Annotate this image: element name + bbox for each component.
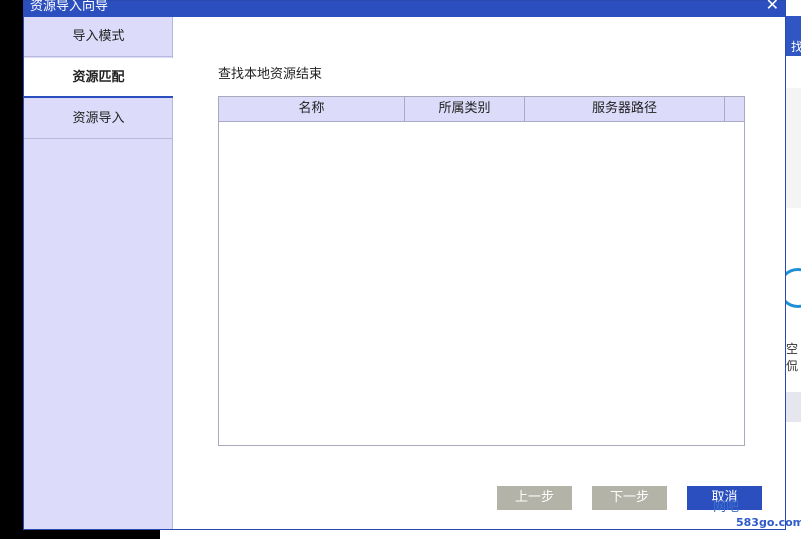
close-icon[interactable]: ✕	[766, 0, 779, 14]
sidebar-item-import-mode[interactable]: 导入模式	[24, 17, 173, 57]
resource-table[interactable]: 名称 所属类别 服务器路径	[218, 96, 745, 446]
next-button[interactable]: 下一步	[592, 486, 667, 510]
column-header-name[interactable]: 名称	[219, 97, 405, 121]
background-app-right: 找 空侃	[778, 0, 801, 539]
background-blue-strip: 找	[786, 16, 801, 56]
prev-button[interactable]: 上一步	[497, 486, 572, 510]
wizard-steps-sidebar: 导入模式 资源匹配 资源导入	[24, 17, 173, 529]
watermark-logo: 网吧 583go.com	[705, 496, 801, 539]
background-panel	[786, 88, 801, 208]
table-header: 名称 所属类别 服务器路径	[219, 97, 744, 122]
background-app-left	[0, 0, 24, 539]
background-strip-text: 找	[791, 40, 801, 54]
import-wizard-dialog: 资源导入向导 ✕ 导入模式 资源匹配 资源导入 查找本地资源结束 名称 所属类别…	[23, 0, 786, 530]
title-bar[interactable]: 资源导入向导 ✕	[24, 0, 785, 17]
column-header-filler	[725, 97, 744, 121]
column-header-server-path[interactable]: 服务器路径	[525, 97, 725, 121]
sidebar-item-resource-match[interactable]: 资源匹配	[24, 58, 173, 98]
column-header-category[interactable]: 所属类别	[405, 97, 525, 121]
status-text: 查找本地资源结束	[218, 67, 323, 82]
watermark-url: 583go.com	[736, 516, 801, 529]
main-content: 查找本地资源结束 名称 所属类别 服务器路径 上一步 下一步 取消	[174, 17, 785, 529]
sidebar-item-resource-import[interactable]: 资源导入	[24, 99, 173, 139]
watermark-text: 网吧	[713, 500, 740, 515]
background-panel-2	[786, 392, 801, 422]
window-title: 资源导入向导	[30, 0, 109, 14]
background-partial-text: 空侃	[786, 342, 799, 373]
